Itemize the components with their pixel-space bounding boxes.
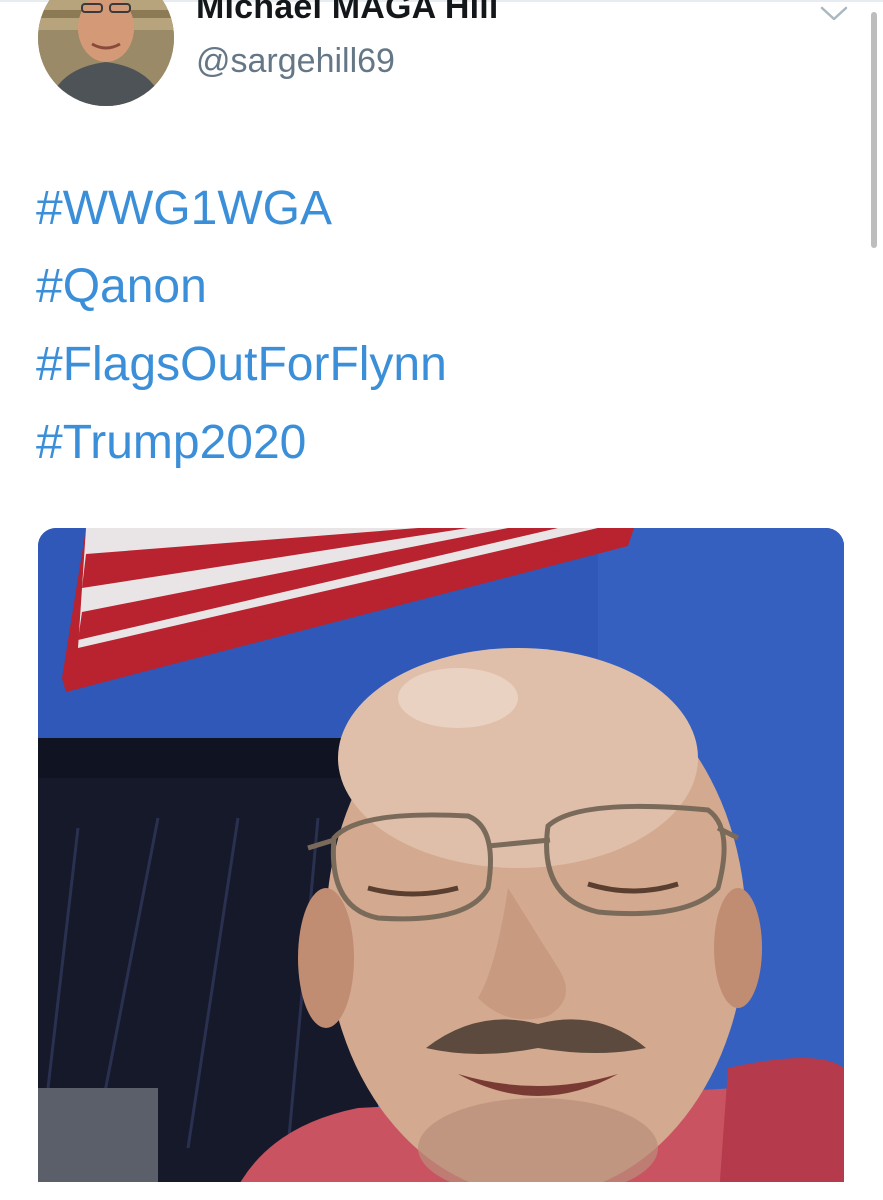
- hashtag-link[interactable]: #WWG1WGA: [36, 170, 447, 248]
- avatar[interactable]: [38, 0, 174, 106]
- author-handle[interactable]: @sargehill69: [196, 42, 395, 81]
- scrollbar[interactable]: [871, 12, 877, 248]
- author-display-name[interactable]: Michael MAGA Hill: [196, 0, 499, 27]
- hashtag-link[interactable]: #Trump2020: [36, 404, 447, 482]
- hashtag-link[interactable]: #FlagsOutForFlynn: [36, 326, 447, 404]
- tweet-page: Michael MAGA Hill @sargehill69 #WWG1WGA …: [0, 0, 883, 1200]
- divider: [0, 1182, 883, 1200]
- tweet-text: #WWG1WGA #Qanon #FlagsOutForFlynn #Trump…: [36, 170, 447, 482]
- tweet-video-still[interactable]: [38, 528, 844, 1200]
- hashtag-link[interactable]: #Qanon: [36, 248, 447, 326]
- chevron-down-icon[interactable]: [818, 2, 850, 24]
